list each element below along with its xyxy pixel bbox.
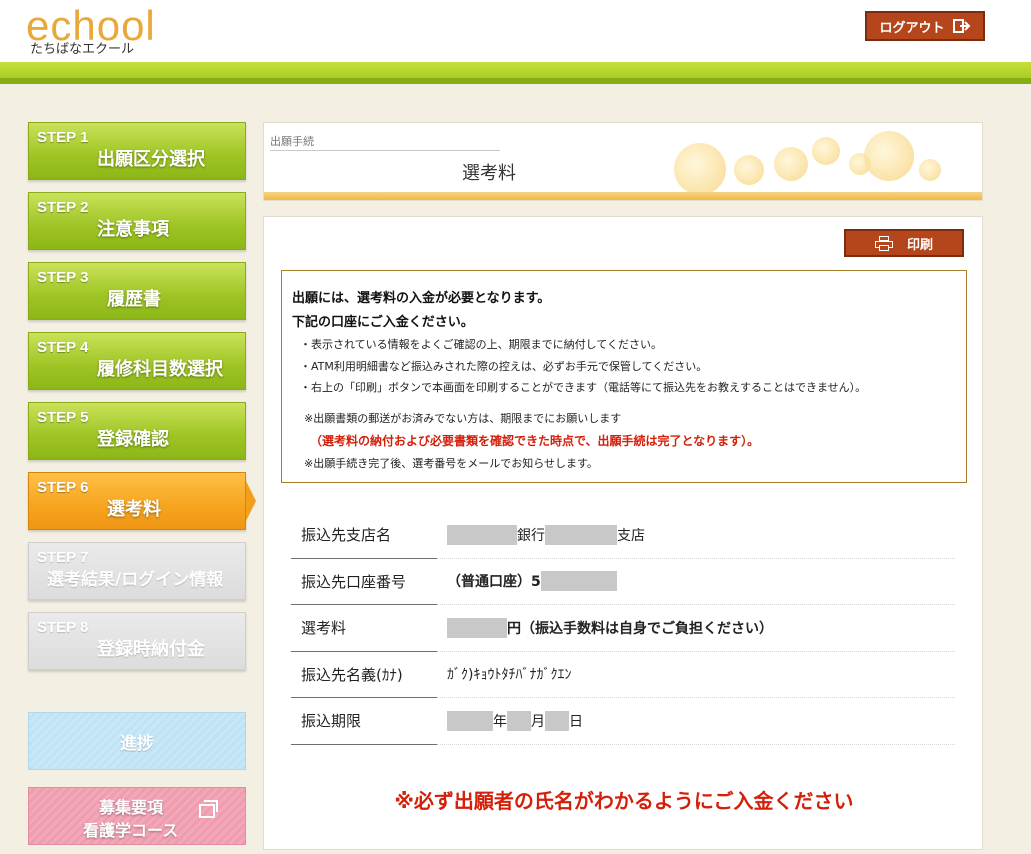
guide-label-line2: 看護学コース <box>83 821 179 840</box>
main-content: 印刷 出願には、選考料の入金が必要となります。 下記の口座にご入金ください。 ・… <box>263 216 983 850</box>
step-label: 登録時納付金 <box>97 639 205 660</box>
step-1[interactable]: STEP 1 出願区分選択 <box>28 122 246 180</box>
notice-bullet: ・表示されている情報をよくご確認の上、期限までに納付してください。 <box>300 338 663 351</box>
notice-heading: 下記の口座にご入金ください。 <box>292 315 474 330</box>
table-row: 振込期限 年 月 日 <box>291 698 955 745</box>
branch-value: 銀行 支店 <box>437 512 955 559</box>
account-name-label: 振込先名義(ｶﾅ) <box>291 652 437 698</box>
table-row: 選考料 円（振込手数料は自身でご負担ください） <box>291 605 955 652</box>
month-suffix: 月 <box>531 713 545 730</box>
decorative-bubble <box>734 155 764 185</box>
header-green-bar <box>0 62 1031 84</box>
logout-button[interactable]: ログアウト <box>865 11 985 41</box>
transfer-info-table: 振込先支店名 銀行 支店 振込先口座番号 （普通口座）5 選考料 円（振込手数料… <box>291 512 955 745</box>
notice-bullet: ・右上の「印刷」ボタンで本画面を印刷することができます（電話等にて振込先をお教え… <box>300 381 867 394</box>
day-suffix: 日 <box>569 713 583 730</box>
step-4[interactable]: STEP 4 履修科目数選択 <box>28 332 246 390</box>
step-2[interactable]: STEP 2 注意事項 <box>28 192 246 250</box>
account-type: （普通口座）5 <box>447 574 541 591</box>
new-window-icon <box>199 800 218 818</box>
redacted-value <box>447 710 493 731</box>
redacted-value <box>447 617 507 638</box>
printer-icon <box>874 236 893 251</box>
redacted-value <box>540 571 617 592</box>
progress-label: 進捗 <box>120 733 154 754</box>
notice-note: ※出願書類の郵送がお済みでない方は、期限までにお願いします <box>304 412 622 425</box>
step-8: STEP 8 登録時納付金 <box>28 612 246 670</box>
step-number: STEP 5 <box>37 409 89 426</box>
bank-suffix: 銀行 <box>517 527 545 544</box>
print-label: 印刷 <box>906 237 933 253</box>
step-label: 出願区分選択 <box>97 149 205 170</box>
page-title-panel: 出願手続 選考料 <box>263 122 983 201</box>
payment-notice-box: 出願には、選考料の入金が必要となります。 下記の口座にご入金ください。 ・表示さ… <box>281 270 967 483</box>
step-number: STEP 3 <box>37 269 89 286</box>
decorative-bubble <box>774 147 808 181</box>
step-label: 選考料 <box>107 499 161 520</box>
logout-label: ログアウト <box>879 20 945 36</box>
redacted-value <box>507 710 531 731</box>
step-label: 登録確認 <box>97 429 169 450</box>
step-label: 選考結果/ログイン情報 <box>47 570 224 590</box>
step-number: STEP 7 <box>37 549 89 566</box>
notice-red-note: （選考料の納付および必要書類を確認できた時点で、出願手続は完了となります）。 <box>310 434 760 448</box>
account-name-value: ｶﾞｸ)ｷｮｳﾄﾀﾁﾊﾞﾅｶﾞｸｴﾝ <box>437 652 955 698</box>
title-underline <box>264 192 982 200</box>
step-7: STEP 7 選考結果/ログイン情報 <box>28 542 246 600</box>
step-number: STEP 2 <box>37 199 89 216</box>
step-label: 履修科目数選択 <box>97 359 223 380</box>
decorative-bubble <box>674 143 726 195</box>
table-row: 振込先支店名 銀行 支店 <box>291 512 955 559</box>
application-guide-button[interactable]: 募集要項 看護学コース <box>28 787 246 845</box>
step-number: STEP 6 <box>37 479 89 496</box>
fee-note: 円（振込手数料は自身でご負担ください） <box>507 620 773 637</box>
branch-label: 振込先支店名 <box>291 512 437 559</box>
redacted-value <box>545 524 617 545</box>
account-label: 振込先口座番号 <box>291 559 437 605</box>
deadline-label: 振込期限 <box>291 698 437 745</box>
redacted-value <box>447 524 517 545</box>
notice-bullet: ・ATM利用明細書など振込みされた際の控えは、必ずお手元で保管してください。 <box>300 360 708 373</box>
step-label: 履歴書 <box>107 289 161 310</box>
step-3[interactable]: STEP 3 履歴書 <box>28 262 246 320</box>
decorative-bubble <box>812 137 840 165</box>
page-title: 選考料 <box>462 163 516 184</box>
decorative-bubble <box>919 159 941 181</box>
table-row: 振込先口座番号 （普通口座）5 <box>291 559 955 605</box>
logo-subtitle: たちばなエクール <box>30 42 135 57</box>
decorative-bubble <box>864 131 914 181</box>
notice-heading: 出願には、選考料の入金が必要となります。 <box>292 291 551 306</box>
logout-icon <box>952 19 970 33</box>
step-label: 注意事項 <box>97 219 169 240</box>
table-row: 振込先名義(ｶﾅ) ｶﾞｸ)ｷｮｳﾄﾀﾁﾊﾞﾅｶﾞｸｴﾝ <box>291 652 955 698</box>
step-number: STEP 8 <box>37 619 89 636</box>
step-6-current[interactable]: STEP 6 選考料 <box>28 472 256 530</box>
redacted-value <box>545 710 569 731</box>
branch-suffix: 支店 <box>617 527 645 544</box>
deadline-value: 年 月 日 <box>437 698 955 745</box>
step-number: STEP 1 <box>37 129 89 146</box>
account-value: （普通口座）5 <box>437 559 955 605</box>
progress-button[interactable]: 進捗 <box>28 712 246 770</box>
fee-label: 選考料 <box>291 605 437 652</box>
site-header: echool たちばなエクール ログアウト <box>0 0 1031 62</box>
notice-note: ※出願手続き完了後、選考番号をメールでお知らせします。 <box>304 457 598 470</box>
breadcrumb-divider <box>270 150 500 151</box>
step-number: STEP 4 <box>37 339 89 356</box>
guide-label-line1: 募集要項 <box>99 798 164 817</box>
payment-warning: ※必ず出願者の氏名がわかるようにご入金ください <box>394 789 854 813</box>
print-button[interactable]: 印刷 <box>844 229 964 257</box>
year-suffix: 年 <box>493 713 507 730</box>
breadcrumb: 出願手続 <box>270 135 314 148</box>
step-5[interactable]: STEP 5 登録確認 <box>28 402 246 460</box>
fee-value: 円（振込手数料は自身でご負担ください） <box>437 605 955 652</box>
